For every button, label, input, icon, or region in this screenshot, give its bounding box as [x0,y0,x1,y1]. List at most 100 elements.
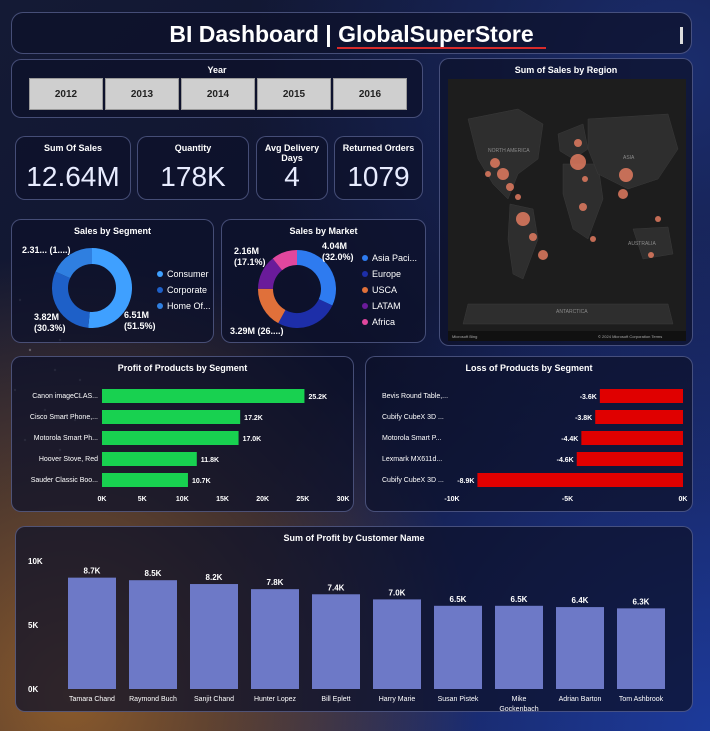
customer-bar[interactable] [617,608,665,689]
profit-bar[interactable] [102,410,241,424]
customer-bar[interactable] [373,599,421,689]
region-bubble[interactable] [529,233,537,241]
region-bubble[interactable] [579,203,587,211]
profit-bar[interactable] [102,473,188,487]
map-title: Sum of Sales by Region [514,65,618,75]
region-bubble[interactable] [648,252,654,258]
customer-value-label: 7.4K [328,583,345,592]
legend-item: Consumer [157,266,211,282]
region-bubble[interactable] [538,250,548,260]
legend-item: Home Of... [157,298,211,314]
customer-bar[interactable] [251,589,299,689]
kpi-label: Quantity [174,143,212,153]
legend-item: Asia Paci... [362,250,417,266]
customer-bar[interactable] [495,605,543,689]
loss-value-label: -3.6K [580,394,597,401]
segment-slice[interactable] [55,248,93,279]
customer-bar[interactable] [129,580,177,689]
region-bubble[interactable] [506,183,514,191]
profit-value-label: 25.2K [308,394,327,401]
profit-category-label: Canon imageCLAS... [32,393,98,400]
region-bubble[interactable] [618,189,628,199]
legend-item: Corporate [157,282,211,298]
sales-by-region-map[interactable]: Sum of Sales by Region NORTH AMERICA ASI… [439,58,693,346]
market-data-label: 3.29M (26....) [230,326,284,336]
customer-value-label: 6.3K [633,597,650,606]
region-bubble[interactable] [485,171,491,177]
loss-bar[interactable] [477,473,683,487]
map-attribution-right: © 2024 Microsoft Corporation Terms [598,334,662,339]
year-button-2016[interactable]: 2016 [333,78,407,110]
customer-name-label: Raymond Buch [129,696,177,703]
year-slicer: Year 2012 2013 2014 2015 2016 [11,59,423,118]
customer-bar-chart[interactable]: 0K 5K 10K 8.7K Tamara Chand 8.5K Raymond Buch 8… [16,543,694,711]
kpi-value: 1079 [347,161,410,192]
year-button-2015[interactable]: 2015 [257,78,331,110]
loss-axis-tick: -10K [444,496,459,503]
region-bubble[interactable] [619,168,633,182]
loss-bar-chart[interactable]: Bevis Round Table,... -3.6K Cubify CubeX 3… [366,377,694,511]
customer-name-label: Mike [512,696,527,703]
dashboard-title: BI Dashboard | GlobalSuperStore [169,21,534,47]
region-bubble[interactable] [570,154,586,170]
customer-value-label: 6.5K [450,595,467,604]
customer-bar[interactable] [68,577,116,689]
loss-bar[interactable] [595,410,683,424]
customer-name-label: Hunter Lopez [254,696,297,703]
legend-dot-icon [157,271,163,277]
legend-item: Europe [362,266,417,282]
customer-name-label: Bill Eplett [321,696,350,703]
region-bubble[interactable] [497,168,509,180]
year-slicer-title: Year [207,65,227,75]
legend-dot-icon [362,303,368,309]
market-slice[interactable] [278,298,333,328]
market-slice[interactable] [296,250,336,306]
market-slice[interactable] [258,288,286,324]
profit-category-label: Hoover Stove, Red [39,456,98,463]
profit-axis-tick: 20K [256,496,269,503]
segment-data-label: 3.82M (30.3%) [34,312,66,333]
profit-axis-tick: 0K [98,496,107,503]
sales-by-market-card: Sales by Market 2.16M (17.1%) 4.04M (32.… [221,219,426,343]
customer-axis-tick: 5K [28,621,38,630]
kpi-label: Returned Orders [342,143,415,153]
customer-bar[interactable] [434,605,482,689]
spellcheck-underline [337,47,546,49]
region-bubble[interactable] [490,158,500,168]
year-button-2014[interactable]: 2014 [181,78,255,110]
region-bubble[interactable] [516,212,530,226]
profit-bar-chart[interactable]: Canon imageCLAS... 25.2K Cisco Smart Phone… [12,377,355,511]
kpi-avg-delivery-days: Avg Delivery Days 4 [256,136,328,200]
region-bubble[interactable] [590,236,596,242]
profit-bar[interactable] [102,389,305,403]
market-slice[interactable] [272,250,298,271]
customer-bar[interactable] [312,594,360,689]
year-button-2012[interactable]: 2012 [29,78,103,110]
chart-title: Loss of Products by Segment [465,363,593,373]
region-bubble[interactable] [582,176,588,182]
loss-category-label: Cubify CubeX 3D ... [382,477,444,484]
world-map[interactable]: NORTH AMERICA ASIA AUSTRALIA ANTARCTICA … [448,79,686,341]
map-label: AUSTRALIA [628,241,656,247]
customer-bar[interactable] [556,607,604,689]
customer-value-label: 6.4K [572,596,589,605]
loss-bar[interactable] [581,431,683,445]
profit-value-label: 11.8K [201,457,219,464]
loss-bar[interactable] [576,452,683,466]
profit-axis-tick: 10K [176,496,189,503]
legend-item: Africa [362,314,417,330]
segment-legend: Consumer Corporate Home Of... [157,266,211,314]
region-bubble[interactable] [655,216,661,222]
year-button-2013[interactable]: 2013 [105,78,179,110]
market-slice[interactable] [258,258,283,290]
customer-name-label: Gockenbach [499,706,538,711]
customer-name-label: Adrian Barton [559,696,602,703]
loss-value-label: -8.9K [457,478,474,485]
segment-slice[interactable] [88,248,132,328]
loss-bar[interactable] [599,389,683,403]
profit-bar[interactable] [102,452,197,466]
profit-bar[interactable] [102,431,239,445]
customer-bar[interactable] [190,584,238,689]
region-bubble[interactable] [515,194,521,200]
region-bubble[interactable] [574,139,582,147]
